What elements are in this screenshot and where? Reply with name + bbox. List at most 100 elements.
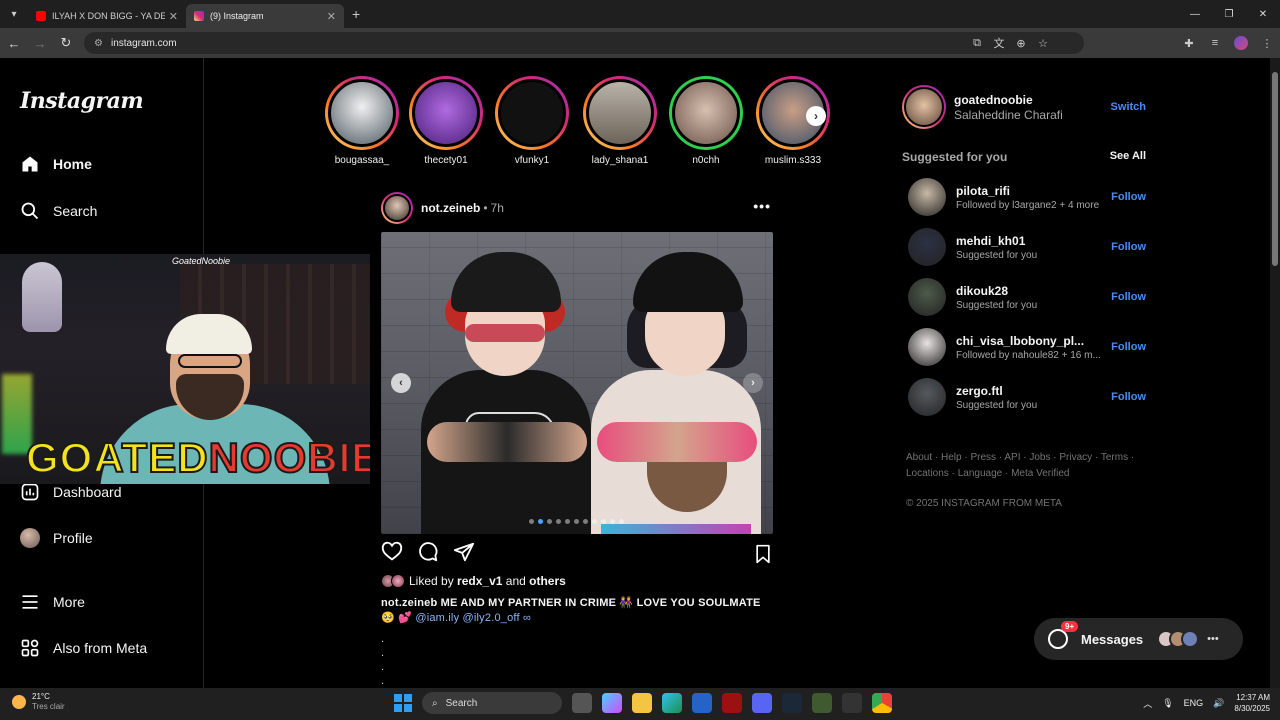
forward-icon[interactable]: →: [28, 31, 52, 55]
address-bar[interactable]: ⚙ instagram.com: [84, 32, 1084, 54]
sun-icon: [12, 695, 26, 709]
suggestion-avatar[interactable]: [908, 228, 946, 266]
share-send-icon[interactable]: [453, 541, 475, 568]
suggestion-username[interactable]: dikouk28: [956, 284, 1111, 298]
switch-account-button[interactable]: Switch: [1111, 101, 1146, 113]
back-icon[interactable]: ←: [2, 31, 26, 55]
page-scrollbar[interactable]: [1270, 58, 1280, 688]
story-item[interactable]: vfunky1: [492, 76, 572, 166]
sidebar-item-home[interactable]: Home: [20, 154, 92, 174]
like-heart-icon[interactable]: [381, 541, 403, 568]
restore-icon[interactable]: ❐: [1212, 0, 1246, 28]
story-item[interactable]: bougassaa_: [322, 76, 402, 166]
caption-mentions[interactable]: @iam.ily @ily2.0_off ∞: [415, 612, 531, 624]
sidebar-item-dashboard[interactable]: Dashboard: [20, 482, 122, 502]
suggestion-username[interactable]: zergo.ftl: [956, 384, 1111, 398]
windows-start-icon[interactable]: [394, 694, 412, 712]
volume-icon[interactable]: 🔊: [1213, 698, 1224, 709]
sidebar-item-also-from-meta[interactable]: Also from Meta: [20, 638, 147, 658]
dashboard-icon: [20, 482, 40, 502]
suggestion-avatar[interactable]: [908, 278, 946, 316]
see-all-button[interactable]: See All: [1110, 150, 1146, 164]
install-app-icon[interactable]: ⧉: [970, 32, 984, 54]
sidebar-item-more[interactable]: More: [20, 592, 85, 612]
file-explorer-icon[interactable]: [632, 693, 652, 713]
language-indicator[interactable]: ENG: [1184, 698, 1204, 708]
suggestion-avatar[interactable]: [908, 328, 946, 366]
new-tab-button[interactable]: +: [352, 6, 360, 22]
messages-button[interactable]: 9+ Messages •••: [1034, 618, 1243, 660]
bookmark-star-icon[interactable]: ☆: [1036, 32, 1050, 54]
taskbar-search[interactable]: ⌕ Search: [422, 692, 562, 714]
suggestions-list: pilota_rifi Followed by l3argane2 + 4 mor…: [902, 172, 1146, 422]
post-timestamp[interactable]: 7h: [491, 201, 504, 215]
close-window-icon[interactable]: ✕: [1246, 0, 1280, 28]
caption-username[interactable]: not.zeineb: [381, 597, 437, 609]
footer-links[interactable]: About · Help · Press · API · Jobs · Priv…: [906, 450, 1146, 482]
edge-icon[interactable]: [662, 693, 682, 713]
sidebar-item-search[interactable]: Search: [20, 201, 97, 221]
extensions-icon[interactable]: ✚: [1182, 32, 1196, 54]
app-green-icon[interactable]: [812, 693, 832, 713]
menu-icon: [20, 592, 40, 612]
more-options-icon[interactable]: •••: [753, 198, 771, 214]
home-icon: [20, 154, 40, 174]
follow-button[interactable]: Follow: [1111, 291, 1146, 303]
translate-icon[interactable]: 文: [992, 32, 1006, 54]
suggestion-username[interactable]: chi_visa_lbobony_pl...: [956, 334, 1111, 348]
browser-menu-icon[interactable]: ⋮: [1260, 32, 1274, 54]
close-tab-icon[interactable]: ✕: [327, 10, 336, 23]
task-view-icon[interactable]: [572, 693, 592, 713]
reload-icon[interactable]: ↻: [54, 31, 78, 55]
save-bookmark-icon[interactable]: [753, 544, 773, 569]
follow-button[interactable]: Follow: [1111, 241, 1146, 253]
microphone-icon[interactable]: 🎙: [1162, 698, 1173, 709]
instagram-logo[interactable]: Instagram: [20, 88, 144, 114]
store-icon[interactable]: [692, 693, 712, 713]
story-item[interactable]: lady_shana1: [580, 76, 660, 166]
sidebar-item-profile[interactable]: Profile: [20, 528, 93, 548]
likes-summary[interactable]: Liked by redx_v1 and others: [381, 574, 773, 588]
current-account-fullname: Salaheddine Charafi: [954, 107, 1063, 122]
zoom-icon[interactable]: ⊕: [1014, 32, 1028, 54]
liker-avatar: [391, 574, 405, 588]
tray-overflow-icon[interactable]: ︿: [1143, 697, 1152, 710]
follow-button[interactable]: Follow: [1111, 191, 1146, 203]
browser-profile-avatar[interactable]: [1234, 36, 1248, 50]
meta-apps-icon: [20, 638, 40, 658]
suggestion-avatar[interactable]: [908, 178, 946, 216]
story-item[interactable]: n0chh: [666, 76, 746, 166]
site-info-icon[interactable]: ⚙: [94, 38, 103, 49]
post-author-avatar[interactable]: [381, 192, 413, 224]
unread-badge: 9+: [1061, 621, 1079, 632]
app-red-icon[interactable]: [722, 693, 742, 713]
tab-search-button[interactable]: ▾: [0, 0, 28, 28]
browser-tab-instagram[interactable]: (9) Instagram ✕: [186, 4, 344, 28]
stories-next-button[interactable]: ›: [806, 106, 826, 126]
reading-list-icon[interactable]: ≡: [1208, 32, 1222, 54]
current-account-avatar[interactable]: [902, 85, 946, 129]
app-dark-icon[interactable]: [842, 693, 862, 713]
suggestion-avatar[interactable]: [908, 378, 946, 416]
close-tab-icon[interactable]: ✕: [169, 10, 178, 23]
story-item[interactable]: thecety01: [406, 76, 486, 166]
story-avatar: [498, 79, 566, 147]
minimize-icon[interactable]: —: [1178, 0, 1212, 28]
post-image[interactable]: ‹ ›: [381, 232, 773, 534]
post-author-username[interactable]: not.zeineb: [421, 201, 480, 215]
discord-icon[interactable]: [752, 693, 772, 713]
follow-button[interactable]: Follow: [1111, 341, 1146, 353]
suggestion-username[interactable]: pilota_rifi: [956, 184, 1111, 198]
weather-widget[interactable]: 21°C Tres clair: [12, 692, 65, 712]
carousel-next-button[interactable]: ›: [743, 373, 763, 393]
suggestion-username[interactable]: mehdi_kh01: [956, 234, 1111, 248]
carousel-prev-button[interactable]: ‹: [391, 373, 411, 393]
chrome-icon[interactable]: [872, 693, 892, 713]
current-account-username[interactable]: goatednoobie: [954, 93, 1111, 107]
follow-button[interactable]: Follow: [1111, 391, 1146, 403]
steam-icon[interactable]: [782, 693, 802, 713]
copilot-icon[interactable]: [602, 693, 622, 713]
browser-tab-youtube[interactable]: ILYAH X DON BIGG - YA DELLAL ✕: [28, 4, 186, 28]
clock[interactable]: 12:37 AM 8/30/2025: [1234, 692, 1270, 714]
comment-icon[interactable]: [417, 541, 439, 568]
